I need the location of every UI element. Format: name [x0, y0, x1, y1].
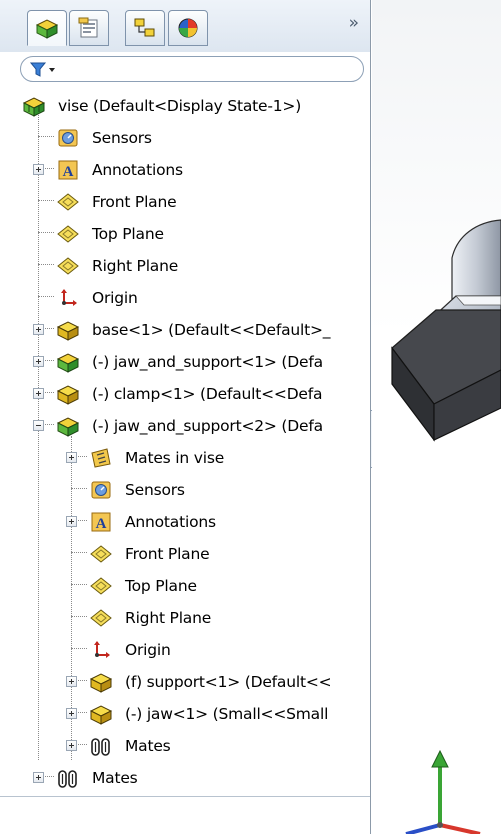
- plane-icon: [57, 225, 79, 243]
- tree-filter-input[interactable]: [20, 56, 364, 82]
- tree-item-mates[interactable]: Mates: [0, 762, 370, 794]
- expand-toggle[interactable]: [33, 356, 44, 367]
- assembly-icon: [22, 97, 46, 117]
- annotations-icon: A: [58, 160, 78, 180]
- tab-display-manager[interactable]: [168, 10, 208, 46]
- graphics-viewport[interactable]: [372, 0, 501, 834]
- tree-item-sensors[interactable]: Sensors: [0, 122, 370, 154]
- tree-item-annotations[interactable]: A Annotations: [0, 154, 370, 186]
- feature-tree-icon: [35, 19, 59, 39]
- subassembly-icon: [56, 353, 80, 373]
- mates-folder-icon: [91, 448, 111, 468]
- svg-text:A: A: [63, 164, 74, 180]
- plane-icon: [57, 257, 79, 275]
- 3d-model-view: [391, 219, 501, 442]
- tree-item-origin-sub[interactable]: Origin: [0, 634, 370, 666]
- expand-toggle[interactable]: [66, 452, 77, 463]
- plane-icon: [90, 609, 112, 627]
- expand-chevron-icon[interactable]: »: [349, 13, 359, 33]
- tree-item-annotations-sub[interactable]: A Annotations: [0, 506, 370, 538]
- expand-toggle[interactable]: [66, 708, 77, 719]
- tree-item-jaw-and-support-1[interactable]: (-) jaw_and_support<1> (Defa: [0, 346, 370, 378]
- tree-item-front-plane[interactable]: Front Plane: [0, 186, 370, 218]
- origin-icon: [94, 641, 110, 658]
- expand-toggle[interactable]: [33, 164, 44, 175]
- part-icon: [89, 673, 113, 693]
- tree-item-right-plane-sub[interactable]: Right Plane: [0, 602, 370, 634]
- panel-bottom-divider: [0, 796, 370, 797]
- expand-toggle[interactable]: [66, 740, 77, 751]
- part-icon: [56, 321, 80, 341]
- mates-icon: [91, 738, 110, 756]
- expand-toggle[interactable]: [33, 324, 44, 335]
- feature-manager-panel: » vise (Default<Display State-1>) Sensor…: [0, 0, 371, 834]
- expand-toggle[interactable]: [33, 772, 44, 783]
- tree-item-mates-in-vise[interactable]: Mates in vise: [0, 442, 370, 474]
- filter-dropdown-button[interactable]: [29, 61, 65, 79]
- tree-item-vise[interactable]: vise (Default<Display State-1>): [0, 90, 370, 122]
- tree-item-origin[interactable]: Origin: [0, 282, 370, 314]
- mates-icon: [58, 770, 77, 788]
- svg-text:A: A: [96, 516, 107, 532]
- tree-item-mates-sub[interactable]: Mates: [0, 730, 370, 762]
- part-icon: [89, 705, 113, 725]
- tree-item-top-plane-sub[interactable]: Top Plane: [0, 570, 370, 602]
- tree-item-support[interactable]: (f) support<1> (Default<<: [0, 666, 370, 698]
- sensors-icon: [58, 129, 78, 147]
- filter-icon: [29, 62, 55, 77]
- plane-icon: [90, 577, 112, 595]
- tree-item-sensors-sub[interactable]: Sensors: [0, 474, 370, 506]
- reference-triad-icon: [405, 749, 481, 834]
- tab-feature-tree[interactable]: [27, 10, 67, 46]
- configuration-manager-icon: [134, 18, 155, 37]
- plane-icon: [90, 545, 112, 563]
- collapse-toggle[interactable]: [33, 420, 44, 431]
- tree-item-jaw-and-support-2[interactable]: (-) jaw_and_support<2> (Defa: [0, 410, 370, 442]
- origin-icon: [61, 289, 77, 306]
- expand-toggle[interactable]: [66, 516, 77, 527]
- tree-item-top-plane[interactable]: Top Plane: [0, 218, 370, 250]
- tab-configuration-manager[interactable]: [125, 10, 165, 46]
- part-icon: [56, 385, 80, 405]
- expand-toggle[interactable]: [66, 676, 77, 687]
- annotations-icon: A: [91, 512, 111, 532]
- tree-item-base[interactable]: base<1> (Default<<Default>_: [0, 314, 370, 346]
- tab-property-manager[interactable]: [69, 10, 109, 46]
- tree-item-clamp[interactable]: (-) clamp<1> (Default<<Defa: [0, 378, 370, 410]
- sensors-icon: [91, 481, 111, 499]
- tree-item-jaw[interactable]: (-) jaw<1> (Small<<Small: [0, 698, 370, 730]
- expand-toggle[interactable]: [33, 388, 44, 399]
- panel-tab-bar: »: [0, 0, 370, 52]
- display-manager-icon: [178, 18, 198, 38]
- tree-item-right-plane[interactable]: Right Plane: [0, 250, 370, 282]
- subassembly-icon: [56, 417, 80, 437]
- tree-item-front-plane-sub[interactable]: Front Plane: [0, 538, 370, 570]
- property-manager-icon: [78, 17, 98, 38]
- plane-icon: [57, 193, 79, 211]
